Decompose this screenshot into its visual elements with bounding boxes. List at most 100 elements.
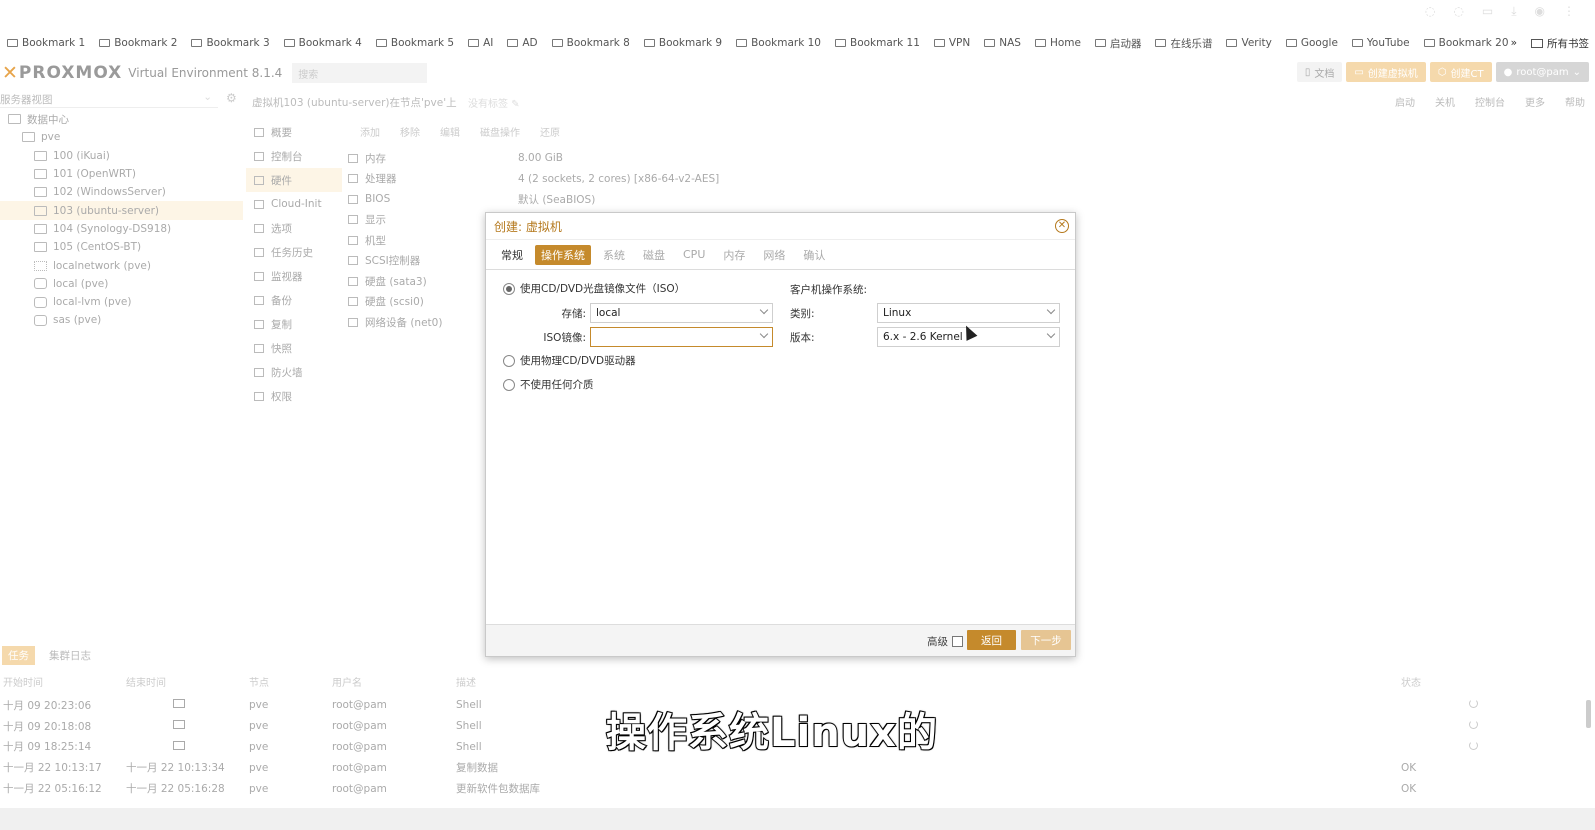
vm-action-button[interactable]: 关机 — [1435, 94, 1455, 109]
vm-action-button[interactable]: 启动 — [1395, 94, 1415, 109]
nav-item[interactable]: 任务历史 — [246, 240, 342, 264]
bookmark-item[interactable]: VPN — [927, 32, 977, 54]
docs-button[interactable]: ▯ 文档 — [1296, 62, 1343, 82]
dialog-tab[interactable]: 系统 — [597, 245, 631, 265]
bookmark-item[interactable]: Bookmark 5 — [369, 32, 461, 54]
tree-item[interactable]: local-lvm (pve) — [0, 293, 243, 311]
tree-item[interactable]: 103 (ubuntu-server) — [0, 201, 243, 220]
dialog-tab[interactable]: 操作系统 — [535, 244, 591, 265]
tree-item[interactable]: local (pve) — [0, 275, 243, 293]
bookmark-item[interactable]: Bookmark 10 — [729, 32, 828, 54]
hardware-toolbar-button[interactable]: 编辑 — [440, 124, 460, 139]
tree-item[interactable]: 101 (OpenWRT) — [0, 165, 243, 183]
tasks-column-header[interactable]: 开始时间 — [0, 674, 126, 692]
hardware-row[interactable]: 内存 8.00 GiB — [346, 148, 1546, 169]
tree-item[interactable]: 105 (CentOS-BT) — [0, 238, 243, 256]
tree-item[interactable]: sas (pve) — [0, 311, 243, 329]
advanced-toggle[interactable]: 高级 — [927, 634, 963, 649]
nav-item[interactable]: 权限 — [246, 384, 342, 408]
radio-use-iso[interactable]: 使用CD/DVD光盘镜像文件（ISO） — [503, 281, 685, 296]
bookmark-item[interactable]: AD — [500, 32, 544, 54]
bookmark-item[interactable]: Google — [1279, 32, 1345, 54]
bookmark-item[interactable]: Bookmark 4 — [277, 32, 369, 54]
tasks-tab[interactable]: 集群日志 — [43, 646, 97, 665]
hardware-row[interactable]: BIOS 默认 (SeaBIOS) — [346, 189, 1546, 210]
create-vm-button[interactable]: ▭ 创建虚拟机 — [1346, 62, 1426, 82]
os-type-select[interactable]: Linux — [877, 303, 1060, 323]
bookmark-item[interactable]: YouTube — [1345, 32, 1417, 54]
tree-item[interactable]: 104 (Synology-DS918) — [0, 220, 243, 238]
bookmark-item[interactable]: Bookmark 8 — [545, 32, 637, 54]
tasks-column-header[interactable]: 描述 — [456, 674, 1401, 692]
tasks-column-header[interactable]: 节点 — [249, 674, 332, 692]
vm-action-button[interactable]: 更多 — [1525, 94, 1545, 109]
bookmark-item[interactable]: Home — [1028, 32, 1088, 54]
bookmark-item[interactable]: Bookmark 3 — [184, 32, 276, 54]
next-button[interactable]: 下一步 — [1021, 630, 1071, 650]
radio-no-media[interactable]: 不使用任何介质 — [503, 377, 594, 392]
create-ct-button[interactable]: ⬡ 创建CT — [1429, 62, 1492, 82]
hardware-toolbar-button[interactable]: 移除 — [400, 124, 420, 139]
bookmark-item[interactable]: Verity — [1219, 32, 1278, 54]
nav-item[interactable]: 防火墙 — [246, 360, 342, 384]
bookmark-item[interactable]: Bookmark 11 — [828, 32, 927, 54]
bookmarks-overflow-button[interactable]: » — [1511, 37, 1517, 49]
extension-icon[interactable]: ◌ — [1453, 4, 1463, 19]
tree-item[interactable]: localnetwork (pve) — [0, 256, 243, 274]
search-input[interactable]: 搜索 — [292, 63, 428, 83]
bookmark-item[interactable]: 在线乐谱 — [1148, 32, 1219, 54]
tasks-tab[interactable]: 任务 — [2, 645, 35, 665]
close-icon[interactable]: ✕ — [1055, 219, 1069, 233]
nav-item[interactable]: 复制 — [246, 312, 342, 336]
dialog-tab[interactable]: 网络 — [757, 245, 791, 265]
nav-item[interactable]: 控制台 — [246, 144, 342, 168]
dialog-tab[interactable]: 确认 — [797, 245, 831, 265]
tree-item[interactable]: 102 (WindowsServer) — [0, 183, 243, 201]
tasks-column-header[interactable]: 结束时间 — [126, 674, 249, 692]
tree-item[interactable]: 100 (iKuai) — [0, 147, 243, 165]
extension-icon[interactable]: ◌ — [1425, 4, 1435, 19]
download-icon[interactable]: ⤓ — [1511, 4, 1516, 19]
tasks-column-header[interactable]: 状态 — [1401, 674, 1551, 692]
nav-item[interactable]: 监视器 — [246, 264, 342, 288]
dialog-tab[interactable]: 常规 — [495, 245, 529, 265]
vm-action-button[interactable]: 帮助 — [1565, 94, 1585, 109]
advanced-checkbox[interactable] — [952, 636, 963, 647]
nav-item[interactable]: 选项 — [246, 216, 342, 240]
tree-item[interactable]: 数据中心 — [0, 110, 243, 128]
tasks-column-header[interactable]: 用户名 — [332, 674, 456, 692]
hardware-toolbar-button[interactable]: 磁盘操作 — [480, 124, 520, 139]
hardware-toolbar-button[interactable]: 添加 — [360, 124, 380, 139]
bookmark-item[interactable]: Bookmark 9 — [637, 32, 729, 54]
user-menu-button[interactable]: ● root@pam ⌄ — [1495, 62, 1589, 82]
hardware-row[interactable]: 处理器 4 (2 sockets, 2 cores) [x86-64-v2-AES… — [346, 169, 1546, 190]
all-bookmarks-button[interactable]: 所有书签 — [1531, 36, 1589, 51]
gear-icon[interactable]: ⚙ — [226, 91, 237, 105]
tasks-scrollbar[interactable] — [1586, 700, 1591, 728]
bookmark-item[interactable]: Bookmark 2 — [92, 32, 184, 54]
task-row[interactable]: 十一月 22 05:16:12 十一月 22 05:16:28 pve root@pa… — [0, 778, 1595, 799]
nav-item[interactable]: 备份 — [246, 288, 342, 312]
bookmark-item[interactable]: Bookmark 1 — [0, 32, 92, 54]
bookmark-item[interactable]: Bookmark 20 — [1417, 32, 1516, 54]
vm-action-button[interactable]: 控制台 — [1475, 94, 1505, 109]
bookmark-item[interactable]: AI — [461, 32, 500, 54]
back-button[interactable]: 返回 — [967, 630, 1016, 650]
nav-item[interactable]: 快照 — [246, 336, 342, 360]
task-row[interactable]: 十一月 22 10:13:17 十一月 22 10:13:34 pve root@pa… — [0, 757, 1595, 778]
iso-image-select[interactable] — [590, 327, 773, 347]
dialog-tab[interactable]: CPU — [677, 246, 711, 263]
radio-physical-drive[interactable]: 使用物理CD/DVD驱动器 — [503, 353, 636, 368]
storage-select[interactable]: local — [590, 303, 773, 323]
nav-item[interactable]: Cloud-Init — [246, 192, 342, 216]
hardware-toolbar-button[interactable]: 还原 — [540, 124, 560, 139]
tree-item[interactable]: pve — [0, 128, 243, 146]
bookmark-item[interactable]: NAS — [977, 32, 1028, 54]
vm-tags[interactable]: 没有标签 ✎ — [468, 95, 520, 110]
dialog-tab[interactable]: 内存 — [717, 245, 751, 265]
nav-item[interactable]: 硬件 — [246, 168, 342, 192]
extension-icon[interactable]: ▭ — [1482, 4, 1493, 19]
view-select[interactable]: 服务器视图 ⌄ — [0, 88, 218, 108]
nav-item[interactable]: 概要 — [246, 120, 342, 144]
menu-icon[interactable]: ⋮ — [1563, 4, 1575, 19]
